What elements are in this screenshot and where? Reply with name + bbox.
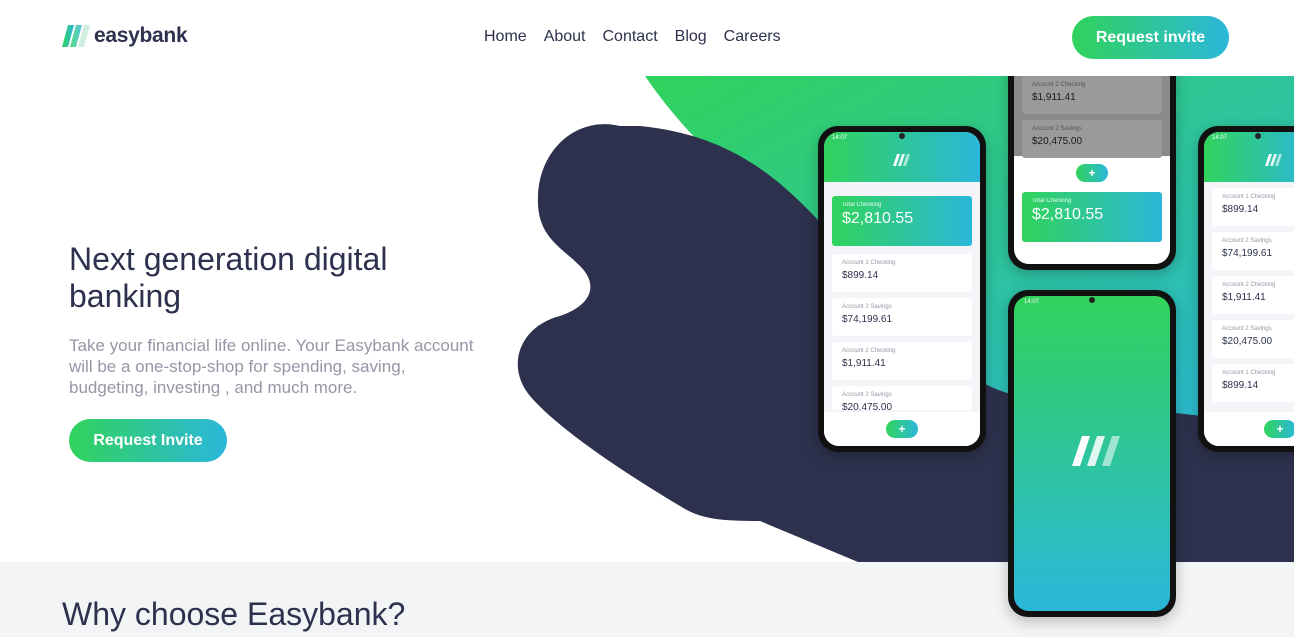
account-card[interactable]: Account 2 Checking $1,911.41 <box>1022 76 1162 114</box>
nav-home[interactable]: Home <box>484 27 527 47</box>
add-button[interactable]: + <box>1264 420 1294 438</box>
account-card[interactable]: Account 1 Checking $899.14 <box>1212 188 1294 226</box>
hero-description: Take your financial life online. Your Ea… <box>69 336 474 397</box>
add-button[interactable]: + <box>886 420 918 438</box>
app-logo-icon <box>893 154 910 166</box>
status-time: 14:07 <box>832 135 848 141</box>
splash-logo-icon <box>1072 436 1120 466</box>
phone-screen: 14:07 Total Checking $2,810.55 Account 1… <box>824 132 980 446</box>
account-card[interactable]: Account 2 Savings $20,475.00 <box>832 386 972 410</box>
total-checking-card[interactable]: Total Checking $2,810.55 <box>1022 192 1162 242</box>
total-checking-card[interactable]: Total Checking $2,810.55 <box>832 196 972 246</box>
main-nav: Home About Contact Blog Careers <box>484 27 798 47</box>
phone-mockup-right: 14:07 Account 1 Checking $899.14 Account… <box>1198 126 1294 452</box>
phone-camera <box>1089 297 1095 303</box>
brand-logo[interactable]: easybank <box>62 24 188 48</box>
bottom-bar: + <box>1204 412 1294 446</box>
account-card[interactable]: Account 2 Savings $74,199.61 <box>1212 232 1294 270</box>
account-card[interactable]: Account 1 Checking $899.14 <box>832 254 972 292</box>
hero-request-invite-button[interactable]: Request Invite <box>69 419 227 462</box>
bottom-bar: + <box>824 412 980 446</box>
account-card[interactable]: Account 2 Savings $74,199.61 <box>832 298 972 336</box>
hero-title: Next generation digital banking <box>69 241 388 314</box>
nav-blog[interactable]: Blog <box>675 27 707 47</box>
status-time: 14:07 <box>1212 135 1228 141</box>
add-button[interactable]: + <box>1076 164 1108 182</box>
app-topbar: 14:07 <box>1204 132 1294 182</box>
account-card[interactable]: Account 2 Checking $1,911.41 <box>1212 276 1294 314</box>
logo-stripes-icon <box>62 25 90 47</box>
site-header: easybank Home About Contact Blog Careers… <box>0 0 1294 76</box>
app-logo-icon <box>1265 154 1282 166</box>
why-title: Why choose Easybank? <box>62 596 406 632</box>
account-card[interactable]: Account 2 Savings $20,475.00 <box>1022 120 1162 158</box>
account-card[interactable]: Account 2 Checking $1,911.41 <box>832 342 972 380</box>
status-time: 14:07 <box>1024 299 1040 305</box>
phone-camera <box>899 133 905 139</box>
phone-screen: Account 2 Checking $1,911.41 Account 2 S… <box>1014 46 1170 264</box>
phone-screen: 14:07 <box>1014 296 1170 611</box>
app-topbar: 14:07 <box>824 132 980 182</box>
hero-text-block: Next generation digital banking Take you… <box>69 241 489 398</box>
nav-contact[interactable]: Contact <box>603 27 658 47</box>
account-card[interactable]: Account 1 Checking $899.14 <box>1212 364 1294 402</box>
phone-mockup-left: 14:07 Total Checking $2,810.55 Account 1… <box>818 126 986 452</box>
account-card[interactable]: Account 2 Savings $20,475.00 <box>1212 320 1294 358</box>
brand-name: easybank <box>94 24 188 47</box>
add-row: + <box>1014 164 1170 182</box>
phone-mockup-front: 14:07 <box>1008 290 1176 617</box>
phone-camera <box>1255 133 1261 139</box>
header-request-invite-button[interactable]: Request invite <box>1072 16 1229 59</box>
phone-screen: 14:07 Account 1 Checking $899.14 Account… <box>1204 132 1294 446</box>
nav-about[interactable]: About <box>544 27 586 47</box>
nav-careers[interactable]: Careers <box>724 27 781 47</box>
